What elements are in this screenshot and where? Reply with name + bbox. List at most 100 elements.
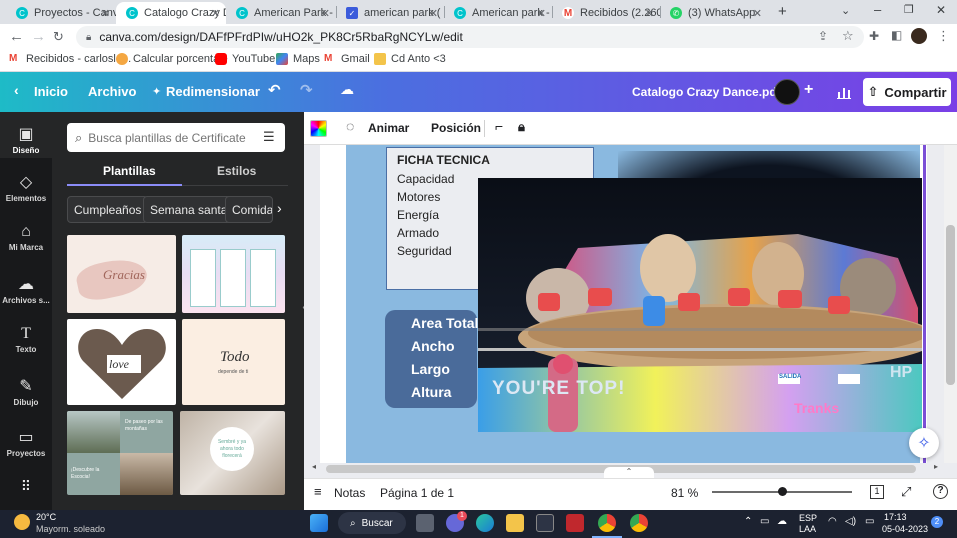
minimize-icon[interactable]: – — [874, 2, 881, 17]
chevron-right-icon[interactable]: › — [277, 200, 282, 216]
edge-icon[interactable] — [476, 514, 494, 532]
close-icon[interactable]: ✕ — [537, 7, 546, 20]
chevron-up-icon[interactable]: ⌃ — [744, 516, 752, 527]
share-button[interactable]: ⇧ Compartir — [863, 78, 951, 106]
cloud-save-icon[interactable]: ☁ — [340, 81, 354, 98]
close-icon[interactable]: ✕ — [211, 7, 220, 20]
dimensions-box[interactable]: Area Total Ancho Largo Altura — [385, 310, 478, 408]
resize-button[interactable]: Redimensionar — [166, 84, 260, 99]
close-icon[interactable]: ✕ — [101, 7, 110, 20]
lock-icon[interactable]: 🔒︎ — [518, 119, 525, 135]
template-thumb-paseo[interactable]: De paseo por las montañas ¡Descubre la E… — [67, 411, 173, 495]
tab-american-park-3[interactable]: C American park - ✕ — [444, 2, 552, 24]
menu-dots-icon[interactable]: ⋮ — [937, 28, 950, 44]
tab-proyectos[interactable]: C Proyectos - Canva ✕ — [6, 2, 116, 24]
forward-icon[interactable]: → — [31, 28, 46, 45]
vertical-scroll-thumb[interactable] — [946, 225, 955, 385]
magic-assistant-button[interactable]: ✧ — [909, 428, 939, 458]
close-icon[interactable]: ✕ — [645, 7, 654, 20]
chrome-icon[interactable] — [598, 514, 616, 532]
url-field[interactable]: 🔒︎ canva.com/design/DAFfPFrdPIw/uHO2k_PK… — [76, 26, 864, 48]
notification-badge[interactable]: 2 — [931, 516, 943, 528]
paint-roller-icon[interactable]: ⌐ — [495, 118, 503, 134]
undo-icon[interactable]: ↶ — [268, 81, 281, 99]
tab-catalogo[interactable]: C Catalogo Crazy D ✕ — [116, 2, 226, 24]
bookmark-youtube[interactable]: YouTube — [215, 53, 275, 65]
template-thumb-gracias[interactable]: Gracias — [67, 235, 176, 313]
file-explorer-icon[interactable] — [506, 514, 524, 532]
clock-time[interactable]: 17:13 — [884, 512, 907, 522]
taskbar-search[interactable]: ⌕ Buscar — [338, 512, 406, 534]
chip-cumpleanos[interactable]: Cumpleaños — [67, 196, 149, 223]
network-device-icon[interactable]: ▭ — [760, 516, 769, 527]
insights-icon[interactable] — [831, 79, 857, 105]
clock-date[interactable]: 05-04-2023 — [882, 524, 928, 534]
back-icon[interactable]: ← — [9, 28, 24, 45]
tab-plantillas[interactable]: Plantillas — [103, 164, 156, 178]
team-avatar[interactable] — [774, 79, 800, 105]
template-thumb-love[interactable]: love — [67, 319, 176, 405]
star-icon[interactable]: ☆ — [842, 28, 854, 44]
file-menu-button[interactable]: Archivo — [88, 84, 136, 99]
tab-whatsapp[interactable]: ✆ (3) WhatsApp ✕ — [660, 2, 768, 24]
tab-estilos[interactable]: Estilos — [217, 164, 256, 178]
home-button[interactable]: Inicio — [34, 84, 68, 99]
tab-american-park-1[interactable]: C American Park - ✕ — [226, 2, 336, 24]
bookmark-maps[interactable]: Maps — [276, 53, 320, 65]
chip-comida[interactable]: Comida — [225, 196, 273, 223]
animate-button[interactable]: Animar — [368, 121, 409, 135]
expand-pages-tab[interactable]: ⌃ — [604, 467, 654, 478]
close-icon[interactable]: ✕ — [429, 7, 438, 20]
bookmark-gmail[interactable]: M Gmail — [324, 53, 370, 65]
windows-start-icon[interactable] — [310, 514, 328, 532]
keyboard-layout[interactable]: LAA — [799, 524, 816, 534]
chevron-left-icon[interactable]: ‹ — [14, 82, 19, 98]
notes-button[interactable]: Notas — [334, 486, 365, 500]
scroll-right-icon[interactable]: ▸ — [934, 462, 938, 471]
search-input[interactable] — [88, 130, 249, 145]
rail-item-archivos[interactable]: ☁ Archivos s... — [0, 274, 52, 305]
wifi-icon[interactable]: ◠ — [828, 516, 837, 527]
rail-item-apps[interactable]: ⠿ — [0, 478, 52, 497]
reload-icon[interactable]: ↻ — [53, 29, 64, 45]
bookmark-recibidos[interactable]: M Recibidos - carlosle... — [9, 53, 131, 65]
mcafee-icon[interactable] — [566, 514, 584, 532]
rail-item-elementos[interactable]: ◇ Elementos — [0, 172, 52, 203]
template-search[interactable]: ⌕ ☰ — [67, 123, 285, 152]
weather-sun-icon[interactable] — [14, 514, 30, 530]
position-button[interactable]: Posición — [431, 121, 481, 135]
page-indicator[interactable]: Página 1 de 1 — [380, 486, 454, 500]
template-thumb-schedule[interactable] — [182, 235, 285, 313]
share-page-icon[interactable]: ⇪ — [818, 29, 828, 43]
chevron-down-icon[interactable]: ⌄ — [841, 4, 850, 17]
ride-photo[interactable]: YOU'RE TOP! Tranks SALIDA HP — [478, 178, 922, 432]
add-member-icon[interactable]: + — [804, 81, 813, 99]
language-indicator[interactable]: ESP — [799, 513, 817, 523]
fullscreen-icon[interactable]: ⤢ — [901, 484, 911, 500]
chip-semana-santa[interactable]: Semana santa — [143, 196, 235, 223]
weather-text[interactable]: Mayorm. soleado — [36, 524, 105, 534]
rail-item-mi-marca[interactable]: ⌂ Mi Marca — [0, 223, 52, 252]
template-thumb-cats[interactable]: Sembré y ya ahora todo florecerá — [180, 411, 285, 495]
maximize-icon[interactable]: ❐ — [904, 3, 914, 16]
scroll-left-icon[interactable]: ◂ — [312, 462, 316, 471]
new-tab-icon[interactable]: + — [778, 3, 787, 20]
store-icon[interactable] — [536, 514, 554, 532]
volume-icon[interactable]: ◁) — [845, 516, 856, 527]
window-close-icon[interactable]: ✕ — [936, 3, 946, 17]
battery-icon[interactable]: ▭ — [865, 516, 874, 527]
sidepanel-icon[interactable]: ◧ — [891, 28, 902, 42]
avatar[interactable] — [911, 28, 927, 44]
design-page[interactable]: FICHA TECNICA Capacidad Motores Energía … — [320, 145, 927, 463]
zoom-level[interactable]: 81 % — [671, 486, 698, 500]
weather-temp[interactable]: 20°C — [36, 512, 56, 522]
tab-gmail[interactable]: M Recibidos (2.260) ✕ — [552, 2, 660, 24]
rail-item-dibujo[interactable]: ✎ Dibujo — [0, 376, 52, 407]
bookmark-cd-anto[interactable]: Cd Anto <3 — [374, 53, 446, 65]
task-view-icon[interactable] — [416, 514, 434, 532]
page-grid-button[interactable]: 1 — [870, 485, 884, 499]
document-title[interactable]: Catalogo Crazy Dance.pdf — [632, 85, 781, 99]
template-thumb-todo[interactable]: Todo depende de ti — [182, 319, 285, 405]
rail-item-proyectos[interactable]: ▭ Proyectos — [0, 427, 52, 458]
chrome-profile-icon[interactable] — [630, 514, 648, 532]
